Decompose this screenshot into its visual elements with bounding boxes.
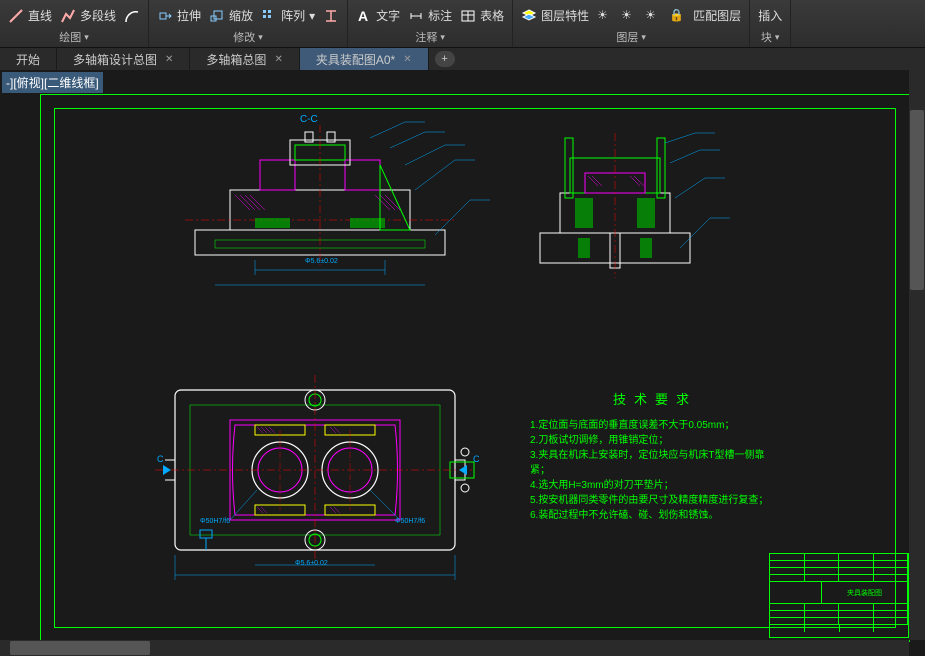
- vertical-scroll-thumb[interactable]: [910, 110, 924, 290]
- stretch-icon: [157, 8, 173, 24]
- horizontal-scrollbar[interactable]: [0, 640, 909, 656]
- polyline-button[interactable]: 多段线: [60, 7, 116, 24]
- sun-icon: ☀: [645, 8, 661, 24]
- document-tabs: 开始 多轴箱设计总图 ✕ 多轴箱总图 ✕ 夹具装配图A0* ✕ +: [0, 48, 925, 70]
- scale-label: 缩放: [229, 7, 253, 24]
- title-block: 夹具装配图: [769, 553, 909, 638]
- tech-req-item: 6.装配过程中不允许磕、碰、划伤和锈蚀。: [530, 508, 780, 523]
- array-label: 阵列: [281, 7, 305, 24]
- tab-start[interactable]: 开始: [0, 48, 57, 71]
- dim-label-3: Φ50H7/f6: [200, 518, 230, 525]
- arc-button[interactable]: [124, 8, 140, 24]
- tab-doc1[interactable]: 多轴箱设计总图 ✕: [57, 48, 190, 71]
- ribbon-label-draw[interactable]: 绘图: [59, 29, 89, 45]
- dim-label-4: Φ50H7/f6: [395, 518, 425, 525]
- close-icon[interactable]: ✕: [403, 54, 411, 65]
- tab-doc2[interactable]: 多轴箱总图 ✕: [190, 48, 299, 71]
- text-button[interactable]: A 文字: [356, 7, 400, 24]
- dim-label-2: Φ5.6±0.02: [295, 560, 328, 567]
- ribbon-group-layer: 图层特性 ☀ ☀ ☀ 🔒 匹配图层 图层: [513, 0, 750, 47]
- layer-icon: [521, 8, 537, 24]
- ribbon-group-block: 插入 块: [750, 0, 791, 47]
- tab-label: 多轴箱总图: [206, 51, 266, 68]
- table-button[interactable]: 表格: [460, 7, 504, 24]
- ribbon-label-annotate[interactable]: 注释: [415, 29, 445, 45]
- ribbon-group-annotate: A 文字 标注 表格 注释: [348, 0, 513, 47]
- dim-label-1: Φ5.6±0.02: [305, 258, 338, 265]
- horizontal-scroll-thumb[interactable]: [10, 641, 150, 655]
- section-c-right: C: [473, 454, 480, 464]
- tab-label: 开始: [16, 51, 40, 68]
- line-button[interactable]: 直线: [8, 7, 52, 24]
- tech-req-item: 4.选大用H=3mm的对刀平垫片；: [530, 478, 780, 493]
- close-icon[interactable]: ✕: [274, 54, 282, 65]
- technical-requirements: 技术要求 1.定位面与底面的垂直度误差不大于0.05mm； 2.刀板试切调修，用…: [530, 390, 780, 523]
- ribbon-group-modify: 拉伸 缩放 阵列▾ 修改: [149, 0, 348, 47]
- new-tab-button[interactable]: +: [435, 51, 455, 67]
- stretch-button[interactable]: 拉伸: [157, 7, 201, 24]
- title-block-main: 夹具装配图: [822, 582, 908, 603]
- arc-icon: [124, 8, 140, 24]
- tech-req-item: 2.刀板试切调修，用锥销定位；: [530, 433, 780, 448]
- polyline-label: 多段线: [80, 7, 116, 24]
- dim-label: 标注: [428, 7, 452, 24]
- table-icon: [460, 8, 476, 24]
- scale-icon: [209, 8, 225, 24]
- misc-icon: [323, 8, 339, 24]
- ribbon-label-modify[interactable]: 修改: [233, 29, 263, 45]
- tech-req-item: 1.定位面与底面的垂直度误差不大于0.05mm；: [530, 418, 780, 433]
- sun-icon: ☀: [621, 8, 637, 24]
- matchlayer-label: 匹配图层: [693, 7, 741, 24]
- viewport-label[interactable]: -][俯视][二维线框]: [2, 72, 103, 93]
- section-c-left: C: [157, 454, 164, 464]
- text-label: 文字: [376, 7, 400, 24]
- text-icon: A: [356, 8, 372, 24]
- array-icon: [261, 8, 277, 24]
- close-icon[interactable]: ✕: [165, 54, 173, 65]
- tab-label: 夹具装配图A0*: [316, 51, 395, 68]
- table-label: 表格: [480, 7, 504, 24]
- layer-sun2[interactable]: ☀: [621, 8, 637, 24]
- line-icon: [8, 8, 24, 24]
- layerprops-label: 图层特性: [541, 7, 589, 24]
- tab-label: 多轴箱设计总图: [73, 51, 157, 68]
- dim-icon: [408, 8, 424, 24]
- lock-icon: 🔒: [669, 8, 685, 24]
- insert-label: 插入: [758, 7, 782, 24]
- tech-req-item: 3.夹具在机床上安装时，定位块应与机床T型槽一侧靠紧；: [530, 448, 780, 478]
- array-button[interactable]: 阵列▾: [261, 7, 315, 24]
- polyline-icon: [60, 8, 76, 24]
- layerprops-button[interactable]: 图层特性: [521, 7, 589, 24]
- svg-text:A: A: [358, 8, 368, 24]
- matchlayer-button[interactable]: 匹配图层: [693, 7, 741, 24]
- ribbon-label-block[interactable]: 块: [761, 29, 780, 45]
- dim-button[interactable]: 标注: [408, 7, 452, 24]
- tech-req-item: 5.按安机器同类零件的由要尺寸及精度精度进行复查；: [530, 493, 780, 508]
- vertical-scrollbar[interactable]: [909, 70, 925, 640]
- ribbon-toolbar: 直线 多段线 绘图 拉伸: [0, 0, 925, 48]
- ribbon-label-layer[interactable]: 图层: [616, 29, 646, 45]
- layer-sun1[interactable]: ☀: [597, 8, 613, 24]
- insert-button[interactable]: 插入: [758, 7, 782, 24]
- sun-icon: ☀: [597, 8, 613, 24]
- tab-doc3[interactable]: 夹具装配图A0* ✕: [300, 48, 429, 71]
- ribbon-group-draw: 直线 多段线 绘图: [0, 0, 149, 47]
- line-label: 直线: [28, 7, 52, 24]
- scale-button[interactable]: 缩放: [209, 7, 253, 24]
- modify-extra-button[interactable]: [323, 8, 339, 24]
- tech-req-title: 技术要求: [530, 390, 780, 410]
- stretch-label: 拉伸: [177, 7, 201, 24]
- layer-lock[interactable]: 🔒: [669, 8, 685, 24]
- layer-sun3[interactable]: ☀: [645, 8, 661, 24]
- drawing-viewport[interactable]: C-C: [0, 70, 925, 656]
